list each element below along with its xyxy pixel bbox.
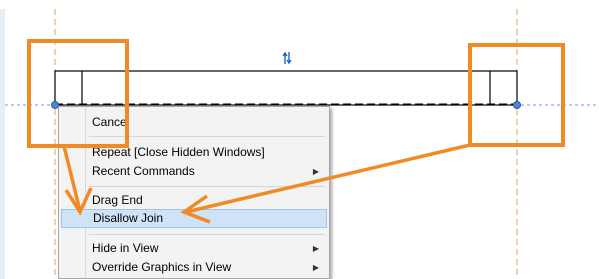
revit-viewport: Cance Repeat [Close Hidden Windows] Rece… <box>0 0 599 279</box>
annotation-overlay <box>27 39 565 224</box>
annotation-box-right <box>468 43 565 147</box>
annotation-box-left <box>27 39 129 148</box>
annotation-arrow-right <box>185 143 471 214</box>
